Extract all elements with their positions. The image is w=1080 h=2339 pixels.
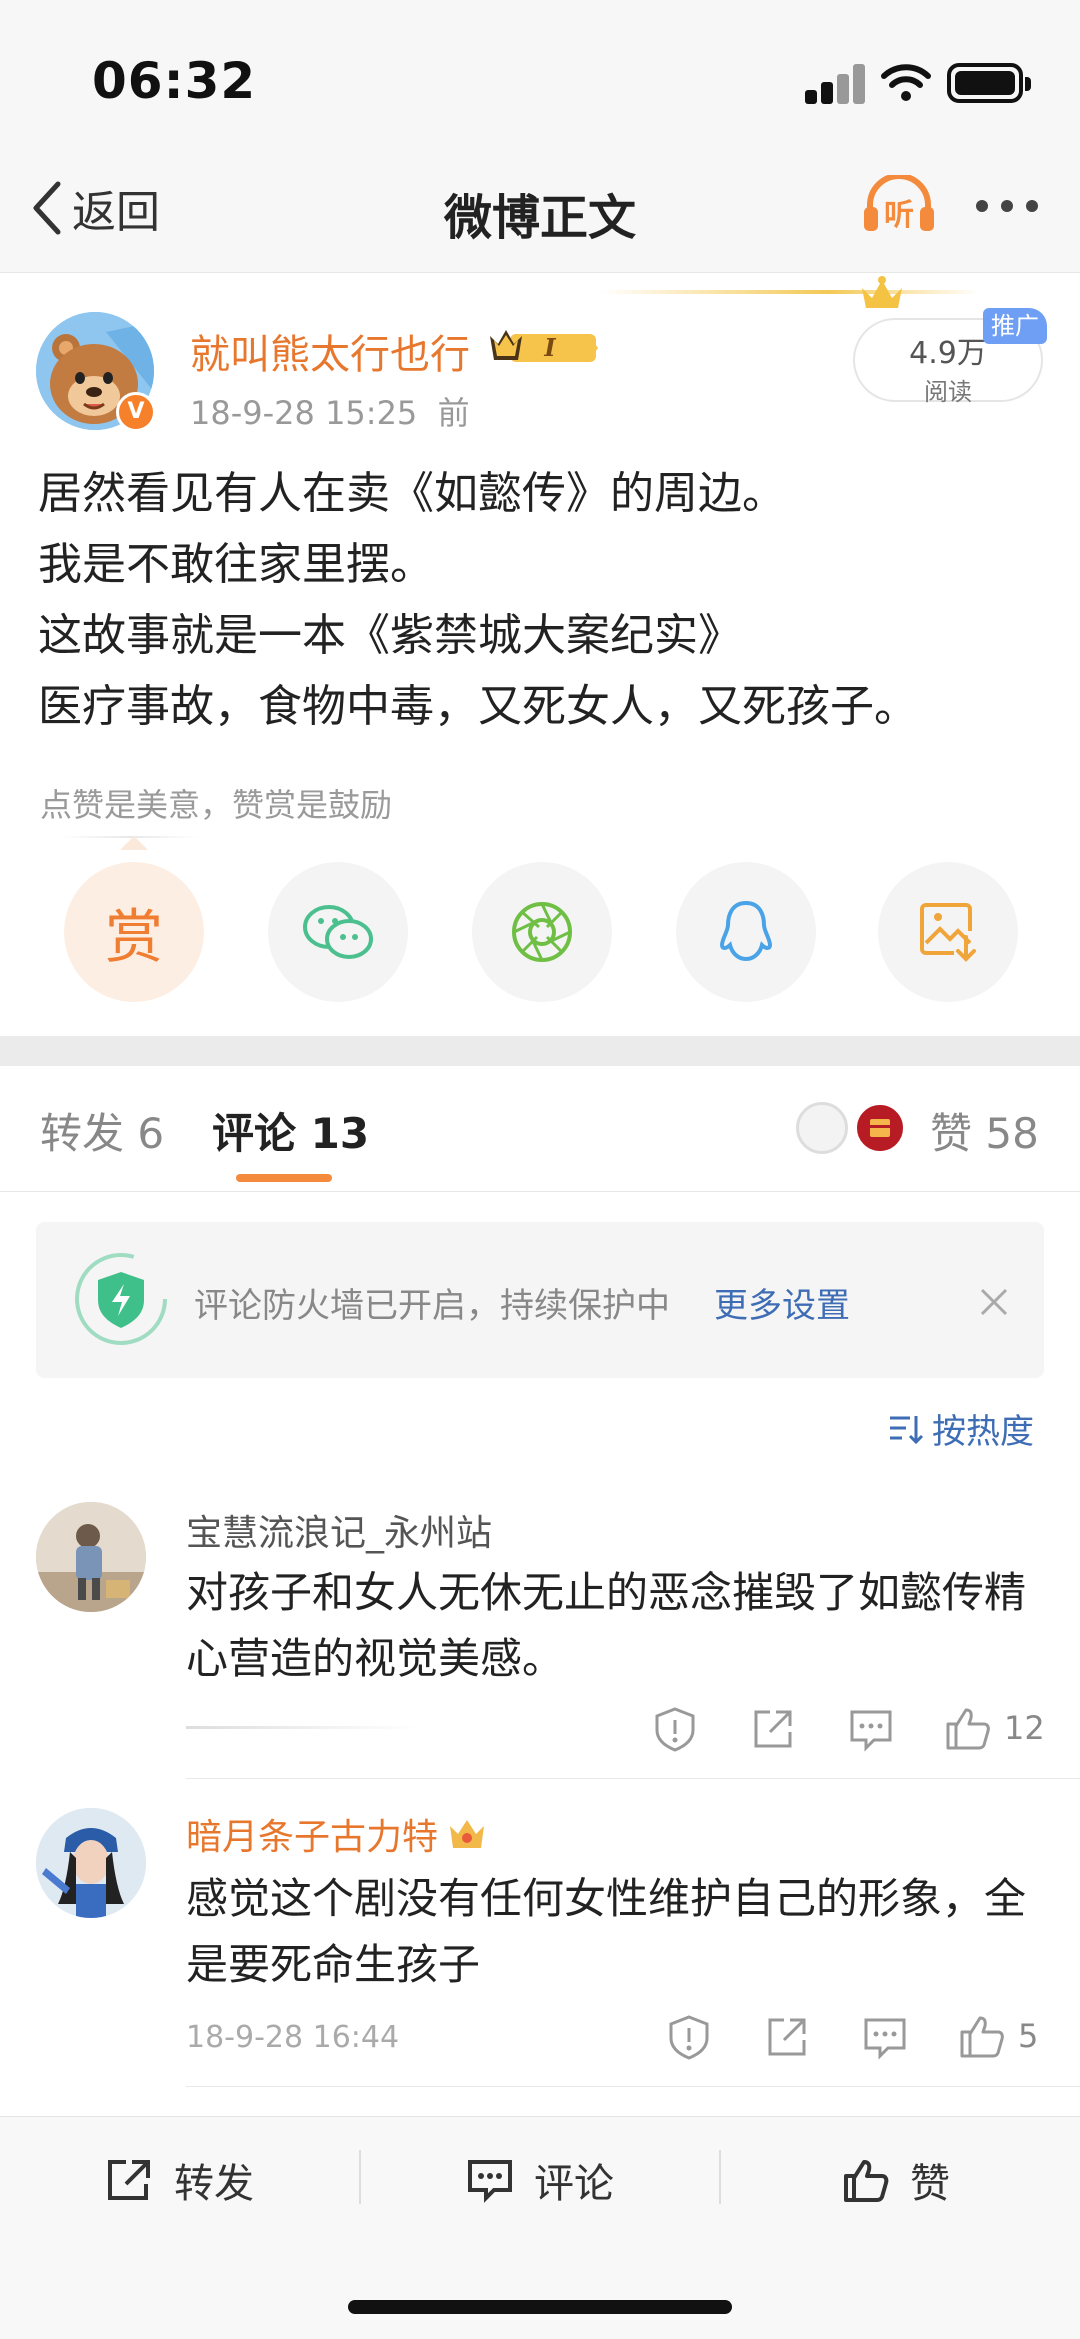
share-qq-button[interactable] xyxy=(676,862,816,1002)
firewall-text: 评论防火墙已开启，持续保护中 xyxy=(194,1286,670,1326)
bar-divider xyxy=(719,2150,721,2204)
liker-avatar[interactable] xyxy=(796,1102,848,1154)
hint-pointer xyxy=(120,836,148,850)
tab-underline xyxy=(236,1174,332,1182)
qq-icon xyxy=(719,900,773,962)
comment-time: 18-9-28 16:44 xyxy=(186,2020,400,2055)
comment-button[interactable]: 评论 xyxy=(466,2150,614,2210)
repost-icon xyxy=(108,2160,150,2200)
post-time: 18-9-28 15:25 前 xyxy=(190,394,470,432)
forward-icon[interactable] xyxy=(750,1706,796,1752)
comment-user[interactable]: 暗月条子古力特 xyxy=(186,1808,438,1860)
tab-comment[interactable]: 评论 13 xyxy=(212,1100,369,1161)
comment-like-button[interactable]: 12 xyxy=(944,1704,1045,1752)
promo-badge[interactable]: 推广 xyxy=(983,308,1047,344)
sort-icon xyxy=(890,1415,924,1444)
liker-avatar[interactable] xyxy=(854,1102,906,1154)
shield-icon xyxy=(72,1250,170,1348)
signal-icon xyxy=(805,64,865,104)
save-image-button[interactable] xyxy=(878,862,1018,1002)
report-icon[interactable] xyxy=(652,1706,698,1752)
moments-icon xyxy=(512,902,572,962)
comment-user-row[interactable]: 暗月条子古力特 xyxy=(186,1808,488,1860)
crown-icon xyxy=(450,1820,485,1848)
like-button[interactable]: 赞 xyxy=(842,2150,950,2210)
crown-icon xyxy=(858,274,906,312)
author-name[interactable]: 就叫熊太行也行 xyxy=(190,322,470,380)
post-line: 居然看见有人在卖《如懿传》的周边。 xyxy=(38,468,786,519)
more-icon[interactable] xyxy=(970,200,1044,214)
report-icon[interactable] xyxy=(666,2014,712,2060)
time-placeholder xyxy=(186,1726,420,1729)
verified-badge: V xyxy=(116,392,156,432)
comment-icon xyxy=(468,2160,512,2203)
like-count: 5 xyxy=(1018,2017,1039,2055)
section-separator xyxy=(0,1036,1080,1066)
reply-icon[interactable] xyxy=(848,1706,894,1752)
post-line: 我是不敢往家里摆。 xyxy=(38,539,434,590)
share-wechat-button[interactable] xyxy=(268,862,408,1002)
bar-divider xyxy=(359,2150,361,2204)
vip-badge: I xyxy=(488,326,598,366)
comment-divider xyxy=(186,1778,1080,1779)
comment-text: 对孩子和女人无休无止的恶念摧毁了如懿传精心营造的视觉美感。 xyxy=(186,1568,1027,1683)
forward-icon[interactable] xyxy=(764,2014,810,2060)
reply-icon[interactable] xyxy=(862,2014,908,2060)
comment-avatar[interactable] xyxy=(36,1808,146,1918)
thumbs-up-icon xyxy=(960,2016,1004,2058)
share-moments-button[interactable] xyxy=(472,862,612,1002)
thumbs-up-icon xyxy=(946,1708,990,1750)
decor-line xyxy=(600,290,980,294)
comment-text: 感觉这个剧没有任何女性维护自己的形象，全是要死命生孩子 xyxy=(186,1874,1027,1989)
comment-like-button[interactable]: 5 xyxy=(958,2012,1038,2060)
home-indicator xyxy=(348,2300,732,2314)
post-content: 居然看见有人在卖《如懿传》的周边。 我是不敢往家里摆。 这故事就是一本《紫禁城大… xyxy=(38,458,1048,742)
tab-likes[interactable]: 赞 58 xyxy=(930,1100,1039,1161)
comment-avatar[interactable] xyxy=(36,1502,146,1612)
post-line: 这故事就是一本《紫禁城大案纪实》 xyxy=(38,610,742,661)
thumbs-up-icon xyxy=(844,2160,889,2202)
vip-level: I xyxy=(543,333,556,362)
status-time: 06:32 xyxy=(92,52,257,110)
reward-button[interactable]: 赏 xyxy=(64,862,204,1002)
battery-icon xyxy=(947,63,1031,103)
close-icon[interactable] xyxy=(978,1286,1010,1318)
post-line: 医疗事故，食物中毒，又死女人，又死孩子。 xyxy=(38,681,918,732)
sort-button[interactable]: 按热度 xyxy=(888,1404,1034,1453)
image-download-icon xyxy=(920,903,976,962)
wifi-icon xyxy=(880,60,932,104)
firewall-settings-link[interactable]: 更多设置 xyxy=(714,1278,850,1327)
comment-divider xyxy=(186,2086,1080,2087)
repost-button[interactable]: 转发 xyxy=(104,2150,254,2210)
like-count: 12 xyxy=(1004,1709,1045,1747)
reward-hint: 点赞是美意，赞赏是鼓励 xyxy=(40,786,393,824)
svg-text:听: 听 xyxy=(884,198,914,233)
comment-user[interactable]: 宝慧流浪记_永州站 xyxy=(186,1504,492,1556)
listen-icon[interactable]: 听 xyxy=(862,175,936,235)
wechat-icon xyxy=(303,905,373,959)
tab-repost[interactable]: 转发 6 xyxy=(40,1100,164,1161)
